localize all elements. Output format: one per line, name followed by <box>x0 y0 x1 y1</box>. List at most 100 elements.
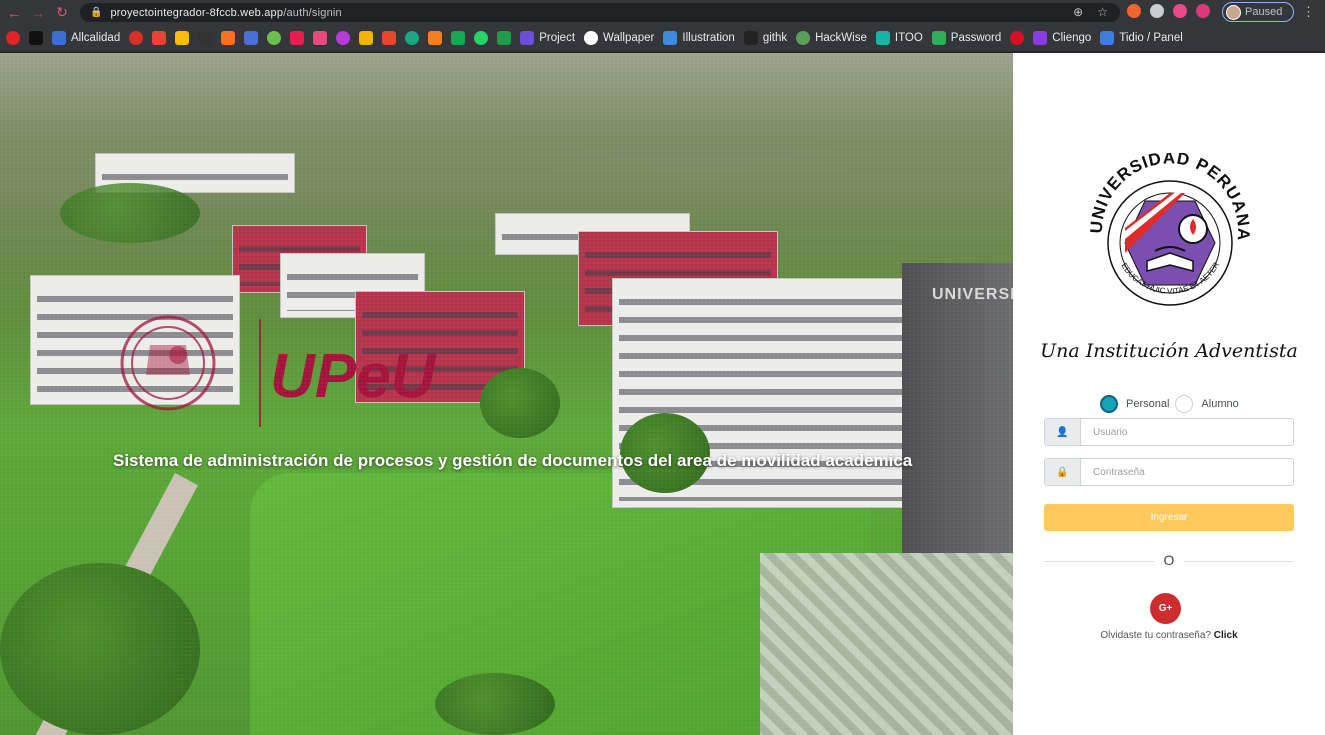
hackwise-icon <box>796 31 811 45</box>
username-input[interactable] <box>1080 418 1294 446</box>
bookmark-label: Project <box>539 32 576 44</box>
upeu-wordmark: UPeU <box>270 342 438 411</box>
forgot-password: Olvidaste tu contraseña? Click <box>1013 630 1325 641</box>
shield-icon <box>497 31 512 45</box>
bookmark-icon <box>428 31 443 45</box>
bookmark-item[interactable] <box>451 31 466 45</box>
allcalidad-icon <box>52 31 66 45</box>
play-icon <box>29 31 43 45</box>
bookmark-item[interactable]: githk <box>743 31 788 45</box>
radio-personal[interactable] <box>1100 395 1118 413</box>
password-icon <box>931 31 946 45</box>
bookmark-label: ITOO <box>894 32 923 44</box>
lock-icon: 🔒 <box>1044 458 1080 486</box>
bookmark-item[interactable] <box>290 31 305 45</box>
login-panel: UNIVERSIDAD PERUANA UNION EDUCAT HUIC VI… <box>1013 53 1325 735</box>
bookmark-label: Wallpaper <box>603 32 655 44</box>
profile-button[interactable]: Paused <box>1222 2 1294 22</box>
zoom-icon[interactable]: ⊕ <box>1073 5 1083 19</box>
radio-alumno[interactable] <box>1175 395 1194 413</box>
address-bar[interactable]: 🔒 proyectointegrador-8fccb.web.app/auth/… <box>80 3 1120 22</box>
login-button[interactable]: Ingresar <box>1044 504 1294 531</box>
translate-icon <box>244 31 259 45</box>
location-icon <box>129 31 144 45</box>
bookmark-label: HackWise <box>815 32 867 44</box>
bookmark-item[interactable]: Password <box>931 31 1001 45</box>
hero-background: UNIVERSI UPeU Sistema de administración … <box>0 53 1013 735</box>
bookmark-item[interactable]: Wallpaper <box>584 31 654 45</box>
tower-building <box>902 263 1013 553</box>
bookmark-item[interactable] <box>29 31 43 45</box>
bookmark-icon <box>382 31 397 45</box>
reload-icon[interactable]: ↻ <box>52 3 72 23</box>
university-seal-logo: UNIVERSIDAD PERUANA UNION EDUCAT HUIC VI… <box>1085 153 1252 306</box>
tree <box>0 563 200 735</box>
bookmark-item[interactable] <box>129 31 144 45</box>
bookmark-item[interactable]: Allcalidad <box>52 31 120 45</box>
bookmark-icon <box>290 31 305 45</box>
youtube-icon <box>6 31 20 45</box>
building-sign: UNIVERSI <box>932 286 1013 303</box>
tagline: Una Institución Adventista <box>1040 340 1298 362</box>
upeu-logo: UPeU <box>120 315 438 427</box>
bookmark-icon <box>405 31 420 45</box>
forward-icon[interactable]: → <box>28 3 48 23</box>
bookmark-item[interactable]: Cliengo <box>1033 31 1091 45</box>
drive-icon <box>175 31 190 45</box>
bookmark-label: Tidio / Panel <box>1119 32 1183 44</box>
bookmark-item[interactable] <box>359 31 374 45</box>
profile-status: Paused <box>1245 6 1283 18</box>
cliengo-icon <box>1033 31 1048 45</box>
bookmark-item[interactable] <box>382 31 397 45</box>
bookmark-item[interactable]: Tidio / Panel <box>1100 31 1183 45</box>
mongodb-icon <box>451 31 466 45</box>
peru-flag-icon <box>1010 31 1025 45</box>
bookmark-item[interactable] <box>221 31 236 45</box>
radio-personal-label[interactable]: Personal <box>1126 398 1169 410</box>
bookmark-item[interactable] <box>267 31 282 45</box>
itoo-icon <box>875 31 890 45</box>
google-plus-icon: G+ <box>1158 603 1173 614</box>
bookmark-item[interactable] <box>1010 31 1025 45</box>
bookmark-icon <box>313 31 328 45</box>
bookmark-item[interactable] <box>405 31 420 45</box>
bookmark-item[interactable] <box>336 31 351 45</box>
tidio-icon <box>1100 31 1115 45</box>
password-input[interactable] <box>1080 458 1294 486</box>
bookmark-label: githk <box>762 32 788 44</box>
bookmark-item[interactable]: Project <box>520 31 575 45</box>
playlist-icon[interactable] <box>1196 4 1210 18</box>
forgot-password-link[interactable]: Click <box>1214 630 1238 641</box>
bookmark-item[interactable] <box>474 31 489 45</box>
bookmark-item[interactable] <box>198 31 213 45</box>
star-icon[interactable]: ☆ <box>1097 5 1108 19</box>
extension-icon[interactable] <box>1150 4 1164 18</box>
bookmark-item[interactable] <box>175 31 190 45</box>
password-field: 🔒 <box>1044 458 1294 486</box>
gitlab-icon <box>221 31 236 45</box>
bookmark-item[interactable]: ITOO <box>875 31 923 45</box>
extension-icon[interactable] <box>1127 4 1141 18</box>
tree <box>480 368 560 438</box>
google-plus-button[interactable]: G+ <box>1150 593 1181 624</box>
username-field: 👤 <box>1044 418 1294 446</box>
extensions <box>1127 4 1210 18</box>
bookmark-item[interactable]: HackWise <box>796 31 867 45</box>
bookmark-item[interactable] <box>497 31 512 45</box>
whatsapp-icon <box>474 31 489 45</box>
bookmark-item[interactable] <box>244 31 259 45</box>
bookmark-item[interactable] <box>428 31 443 45</box>
bookmark-item[interactable] <box>6 31 20 45</box>
radio-alumno-label[interactable]: Alumno <box>1201 398 1238 410</box>
tree <box>60 183 200 243</box>
bookmark-icon <box>267 31 282 45</box>
back-icon[interactable]: ← <box>4 3 24 23</box>
menu-icon[interactable]: ⋮ <box>1302 4 1315 20</box>
bookmark-item[interactable]: Illustration <box>663 31 735 45</box>
gmail-icon <box>152 31 167 45</box>
puzzle-icon[interactable] <box>1173 4 1187 18</box>
browser-toolbar: ← → ↻ 🔒 proyectointegrador-8fccb.web.app… <box>0 0 1325 25</box>
bookmark-item[interactable] <box>313 31 328 45</box>
bookmark-item[interactable] <box>152 31 167 45</box>
user-type-radio-group: Personal Alumno <box>1100 395 1245 413</box>
